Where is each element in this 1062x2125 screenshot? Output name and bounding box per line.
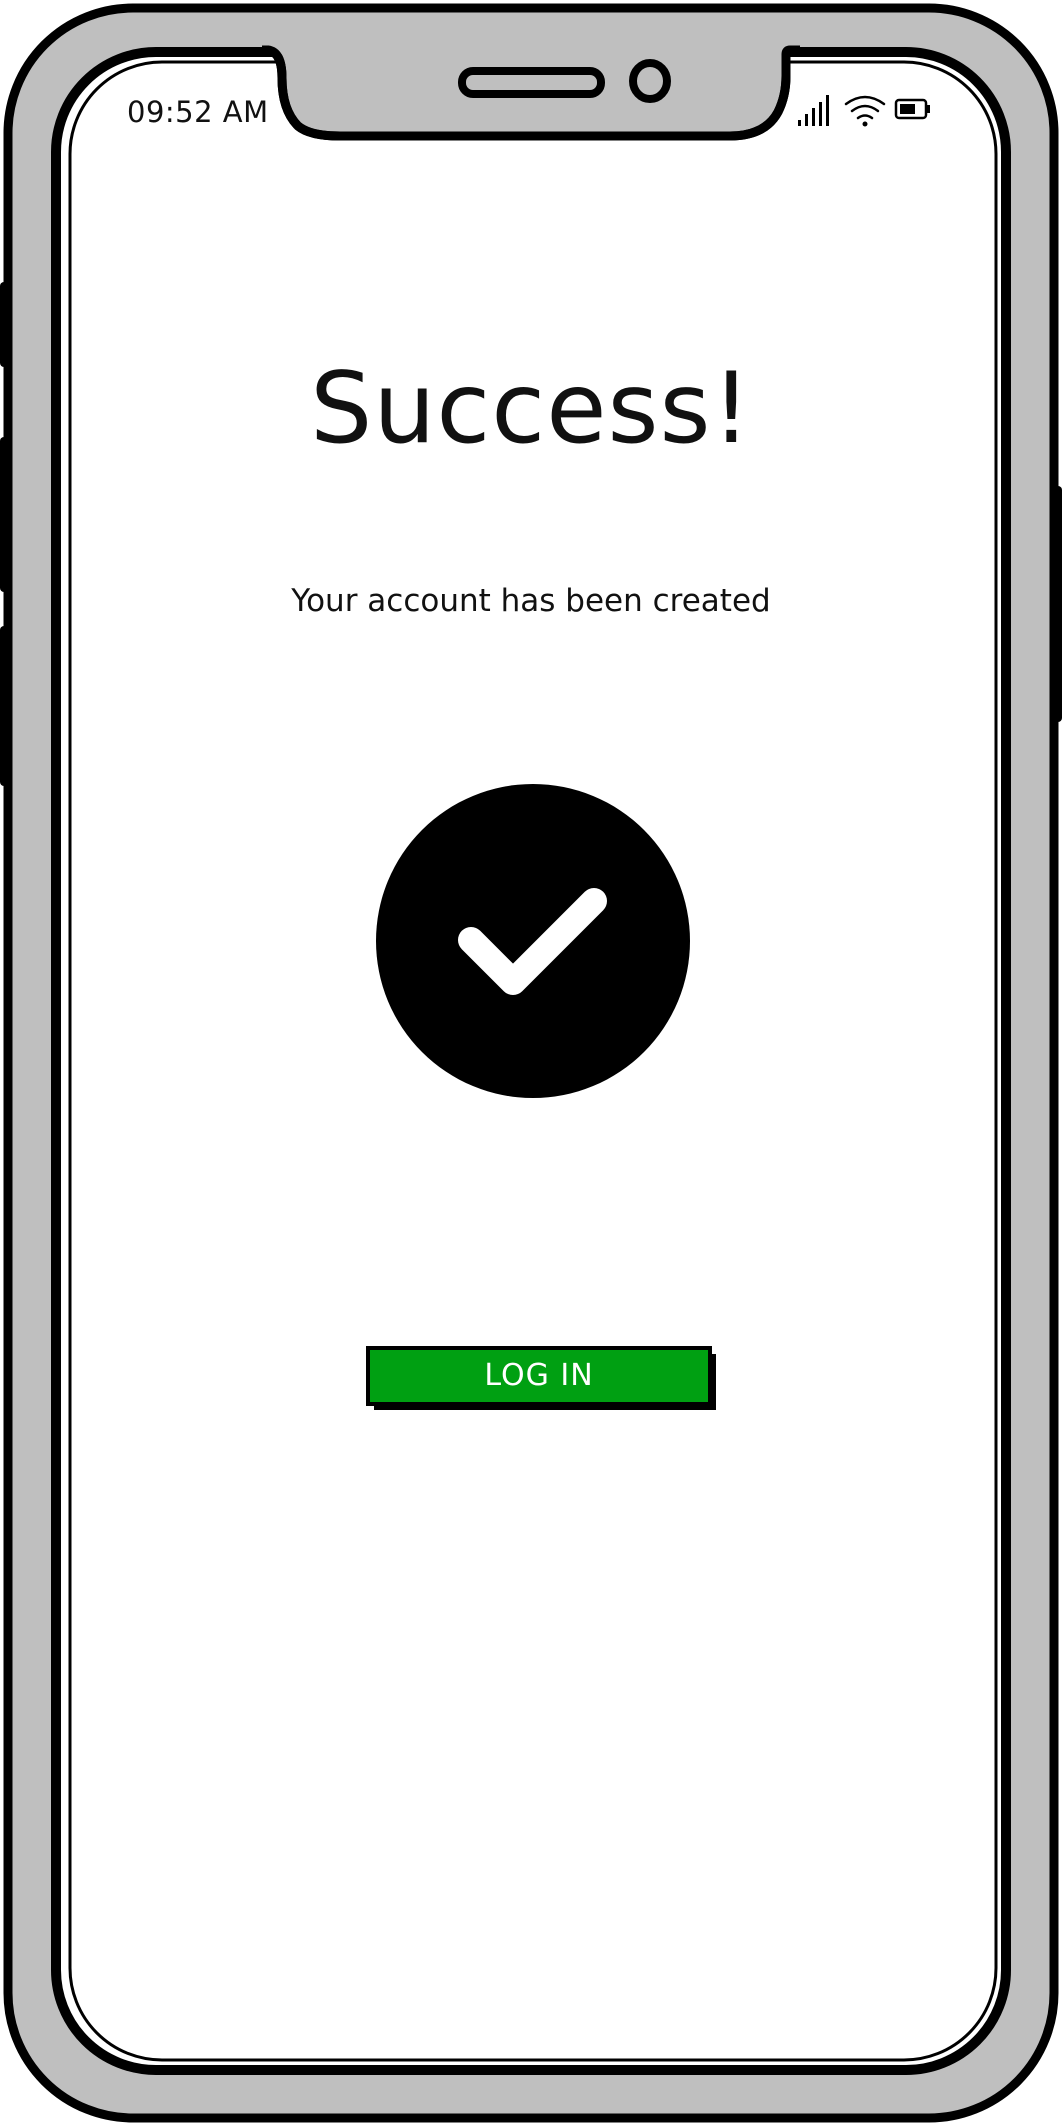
battery-icon [894,98,930,120]
phone-mockup: 09:52 AM Success! Your account has been … [0,0,1062,2125]
login-button[interactable]: LOG IN [366,1346,712,1406]
signal-icon [798,95,829,126]
success-message: Your account has been created [291,583,771,619]
front-camera [629,59,671,103]
status-time: 09:52 AM [127,95,269,129]
wifi-icon [844,95,886,127]
page-title: Success! [310,352,752,466]
status-icons [798,95,930,127]
login-button-wrapper[interactable]: LOG IN [366,1346,718,1412]
speaker-grille [458,67,605,98]
checkmark-icon [376,784,690,1098]
volume-down-button [0,626,12,786]
